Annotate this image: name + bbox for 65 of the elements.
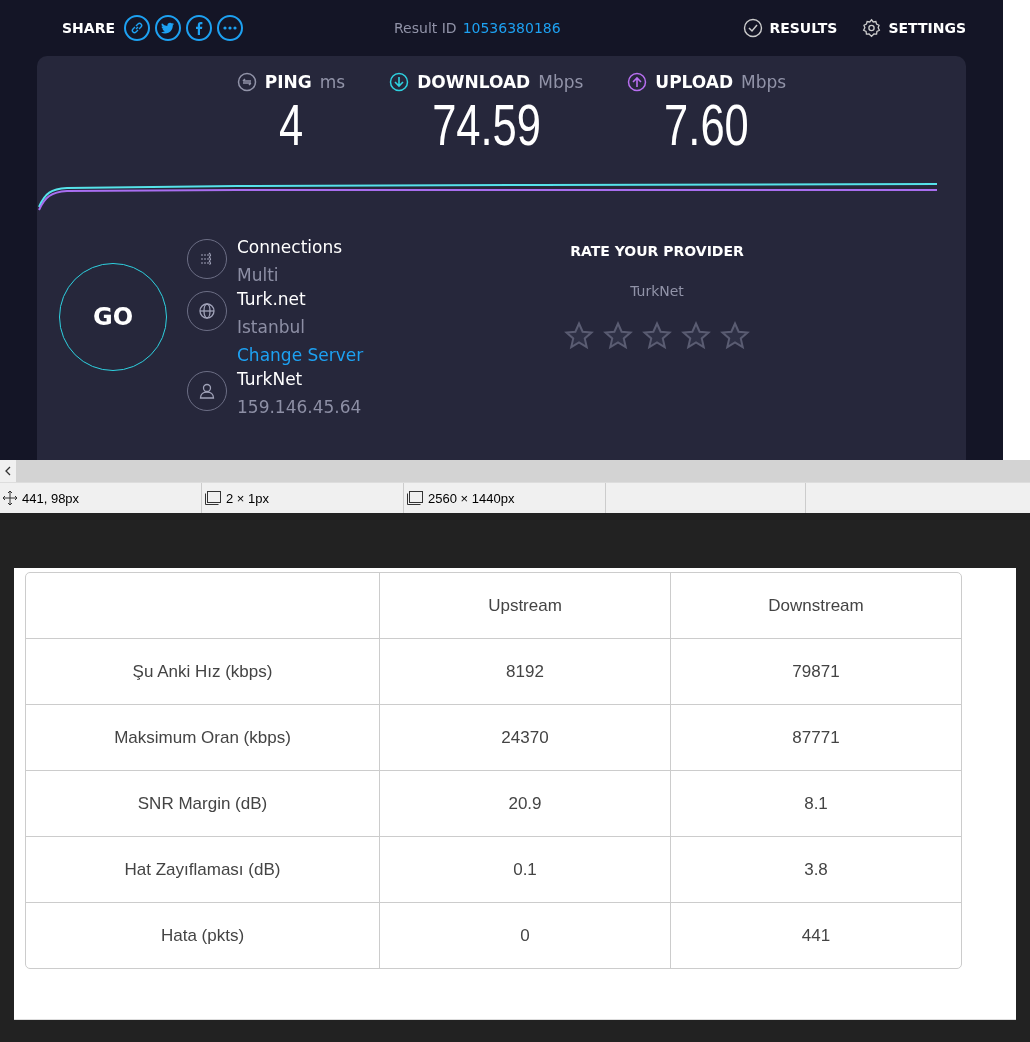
checkmark-icon (743, 18, 764, 38)
info-subtitle: 159.146.45.64 (237, 397, 362, 417)
table-cell: 24370 (501, 727, 549, 747)
move-icon (2, 490, 18, 506)
star-icon[interactable] (719, 321, 751, 351)
column-header: Downstream (768, 595, 864, 615)
result-id-label: Result ID (394, 20, 457, 36)
image-size-icon (406, 490, 424, 506)
table-cell: SNR Margin (dB) (137, 793, 268, 813)
metric-label: UPLOAD (655, 72, 734, 92)
result-id-link[interactable]: 10536380186 (462, 20, 561, 36)
info-subtitle: Multi (237, 265, 280, 285)
settings-button[interactable]: SETTINGS (861, 17, 966, 39)
status-text: 2 × 1px (226, 490, 269, 506)
table-cell: Hat Zayıflaması (dB) (124, 859, 281, 879)
metric-value: 74.59 (431, 92, 541, 158)
metric-unit: ms (319, 72, 346, 92)
letter-f-icon (195, 21, 203, 35)
table-cell: 20.9 (508, 793, 542, 813)
table-cell: Şu Anki Hız (kbps) (132, 661, 273, 681)
metric-value: 7.60 (664, 92, 750, 158)
info-subtitle: Istanbul (237, 317, 307, 337)
ping-icon (236, 72, 257, 92)
status-text: 2560 × 1440px (428, 490, 515, 506)
table-cell: 3.8 (804, 859, 828, 879)
star-icon[interactable] (602, 321, 634, 351)
more-share-button[interactable] (217, 15, 243, 41)
download-icon (389, 72, 410, 92)
share-label: SHARE (62, 20, 115, 36)
table-cell: 441 (801, 925, 831, 945)
metric-label: PING (264, 72, 312, 92)
facebook-share-button[interactable] (186, 15, 212, 41)
more-icon (223, 26, 237, 30)
scroll-left-icon[interactable] (0, 460, 16, 482)
star-icon[interactable] (680, 321, 712, 351)
link-share-button[interactable] (124, 15, 150, 41)
table-cell: 0 (520, 925, 530, 945)
metric-unit: Mbps (741, 72, 787, 92)
column-header: Upstream (488, 595, 562, 615)
info-title: TurkNet (237, 369, 304, 389)
star-icon[interactable] (641, 321, 673, 351)
metric-unit: Mbps (538, 72, 584, 92)
rating-title: RATE YOUR PROVIDER (570, 243, 744, 259)
results-button[interactable]: RESULTS (743, 18, 838, 38)
settings-icon (861, 17, 883, 39)
provider-name: TurkNet (630, 283, 684, 299)
info-title: Connections (237, 237, 343, 257)
change-server-link[interactable]: Change Server (237, 345, 364, 365)
table-cell: 8.1 (804, 793, 828, 813)
metric-label: DOWNLOAD (417, 72, 531, 92)
selection-icon (204, 490, 222, 506)
table-cell: Hata (pkts) (160, 925, 245, 945)
metric-value: 4 (278, 92, 304, 158)
twitter-share-button[interactable] (155, 15, 181, 41)
star-icon[interactable] (563, 321, 595, 351)
table-cell: 87771 (792, 727, 840, 747)
upload-icon (627, 72, 648, 92)
table-cell: 0.1 (513, 859, 537, 879)
table-cell: 79871 (792, 661, 840, 681)
table-cell: Maksimum Oran (kbps) (114, 727, 291, 747)
info-title: Turk.net (237, 289, 307, 309)
table-cell: 8192 (506, 661, 544, 681)
link-icon (130, 21, 144, 35)
status-text: 441, 98px (22, 490, 80, 506)
bird-icon (161, 22, 175, 34)
